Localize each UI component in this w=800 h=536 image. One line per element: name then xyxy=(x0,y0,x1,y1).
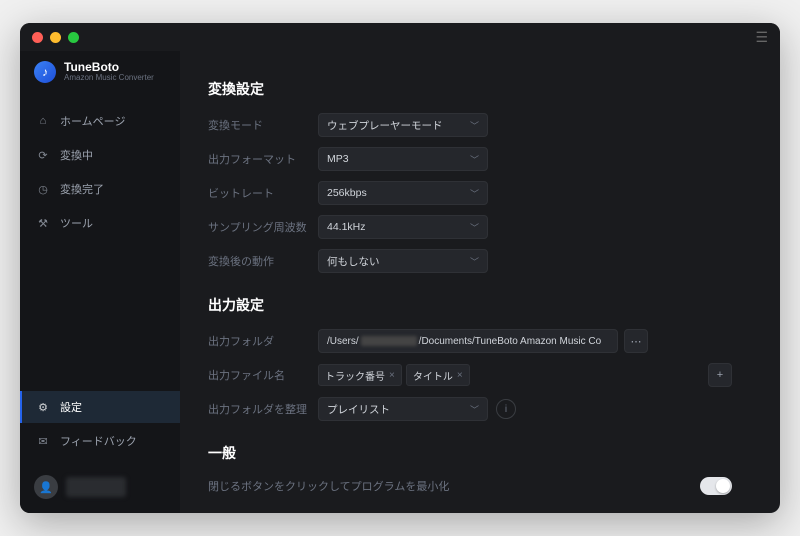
brand-logo-icon: ♪ xyxy=(34,61,56,83)
label-convert-mode: 変換モード xyxy=(208,117,318,133)
sidebar-item-label: フィードバック xyxy=(60,433,137,449)
row-organize-folder: 出力フォルダを整理 プレイリスト ﹀ i xyxy=(208,397,752,421)
main-content: 変換設定 変換モード ウェブプレーヤーモード ﹀ 出力フォーマット MP3 ﹀ … xyxy=(180,51,780,513)
row-bitrate: ビットレート 256kbps ﹀ xyxy=(208,181,752,205)
toolbox-icon: ⚒ xyxy=(36,216,50,230)
close-window-button[interactable] xyxy=(32,32,43,43)
sidebar-item-label: 設定 xyxy=(60,399,82,415)
select-value: 何もしない xyxy=(327,254,380,269)
label-bitrate: ビットレート xyxy=(208,185,318,201)
chevron-down-icon: ﹀ xyxy=(470,403,479,416)
gear-icon: ⚙ xyxy=(36,400,50,414)
info-icon: i xyxy=(505,404,507,415)
avatar: 👤 xyxy=(34,475,58,499)
sidebar-item-converted[interactable]: ◷ 変換完了 xyxy=(20,173,180,205)
brand: ♪ TuneBoto Amazon Music Converter xyxy=(20,55,180,97)
select-output-format[interactable]: MP3 ﹀ xyxy=(318,147,488,171)
label-output-format: 出力フォーマット xyxy=(208,151,318,167)
select-value: プレイリスト xyxy=(327,402,390,417)
nav-bottom: ⚙ 設定 ✉ フィードバック xyxy=(20,383,180,465)
sidebar-item-home[interactable]: ⌂ ホームページ xyxy=(20,105,180,137)
select-value: 44.1kHz xyxy=(327,221,366,233)
sidebar-item-feedback[interactable]: ✉ フィードバック xyxy=(20,425,180,457)
select-organize-folder[interactable]: プレイリスト ﹀ xyxy=(318,397,488,421)
section-title-general: 一般 xyxy=(208,443,752,463)
label-after-action: 変換後の動作 xyxy=(208,253,318,269)
toggle-minimize-on-close[interactable] xyxy=(700,477,732,495)
row-minimize-on-close: 閉じるボタンをクリックしてプログラムを最小化 xyxy=(208,477,752,495)
section-title-output: 出力設定 xyxy=(208,295,752,315)
filename-tags: トラック番号× タイトル× xyxy=(318,364,470,386)
tag-title[interactable]: タイトル× xyxy=(406,364,470,386)
titlebar: ☰ xyxy=(20,23,780,51)
select-samplerate[interactable]: 44.1kHz ﹀ xyxy=(318,215,488,239)
minimize-window-button[interactable] xyxy=(50,32,61,43)
tag-track-number[interactable]: トラック番号× xyxy=(318,364,402,386)
sidebar-item-label: ホームページ xyxy=(60,113,125,129)
row-convert-mode: 変換モード ウェブプレーヤーモード ﹀ xyxy=(208,113,752,137)
sidebar-item-label: 変換完了 xyxy=(60,181,104,197)
select-value: MP3 xyxy=(327,153,349,165)
clock-icon: ◷ xyxy=(36,182,50,196)
info-button[interactable]: i xyxy=(496,399,516,419)
row-output-filename: 出力ファイル名 トラック番号× タイトル× + xyxy=(208,363,752,387)
sidebar: ♪ TuneBoto Amazon Music Converter ⌂ ホームペ… xyxy=(20,51,180,513)
chevron-down-icon: ﹀ xyxy=(470,187,479,200)
home-icon: ⌂ xyxy=(36,114,50,128)
row-output-folder: 出力フォルダ /Users//Documents/TuneBoto Amazon… xyxy=(208,329,752,353)
row-output-format: 出力フォーマット MP3 ﹀ xyxy=(208,147,752,171)
app-body: ♪ TuneBoto Amazon Music Converter ⌂ ホームペ… xyxy=(20,51,780,513)
maximize-window-button[interactable] xyxy=(68,32,79,43)
refresh-icon: ⟳ xyxy=(36,148,50,162)
select-value: ウェブプレーヤーモード xyxy=(327,118,443,133)
sidebar-item-tools[interactable]: ⚒ ツール xyxy=(20,207,180,239)
sidebar-item-converting[interactable]: ⟳ 変換中 xyxy=(20,139,180,171)
app-window: ☰ ♪ TuneBoto Amazon Music Converter ⌂ ホー… xyxy=(20,23,780,513)
remove-tag-icon[interactable]: × xyxy=(389,370,395,381)
remove-tag-icon[interactable]: × xyxy=(457,370,463,381)
redacted-username xyxy=(361,336,417,346)
browse-folder-button[interactable]: ⋯ xyxy=(624,329,648,353)
brand-subtitle: Amazon Music Converter xyxy=(64,74,154,83)
output-folder-path[interactable]: /Users//Documents/TuneBoto Amazon Music … xyxy=(318,329,618,353)
label-minimize-on-close: 閉じるボタンをクリックしてプログラムを最小化 xyxy=(208,478,449,494)
label-output-filename: 出力ファイル名 xyxy=(208,367,318,383)
select-after-action[interactable]: 何もしない ﹀ xyxy=(318,249,488,273)
select-convert-mode[interactable]: ウェブプレーヤーモード ﹀ xyxy=(318,113,488,137)
user-name-redacted xyxy=(66,477,126,497)
section-title-convert: 変換設定 xyxy=(208,79,752,99)
row-samplerate: サンプリング周波数 44.1kHz ﹀ xyxy=(208,215,752,239)
sidebar-item-label: ツール xyxy=(60,215,93,231)
label-samplerate: サンプリング周波数 xyxy=(208,219,318,235)
user-section[interactable]: 👤 xyxy=(20,465,180,513)
chevron-down-icon: ﹀ xyxy=(470,221,479,234)
sidebar-item-settings[interactable]: ⚙ 設定 xyxy=(20,391,180,423)
menu-icon[interactable]: ☰ xyxy=(755,29,768,46)
mail-icon: ✉ xyxy=(36,434,50,448)
select-value: 256kbps xyxy=(327,187,367,199)
window-controls xyxy=(32,32,79,43)
label-output-folder: 出力フォルダ xyxy=(208,333,318,349)
row-after-action: 変換後の動作 何もしない ﹀ xyxy=(208,249,752,273)
ellipsis-icon: ⋯ xyxy=(631,335,642,348)
select-bitrate[interactable]: 256kbps ﹀ xyxy=(318,181,488,205)
chevron-down-icon: ﹀ xyxy=(470,119,479,132)
chevron-down-icon: ﹀ xyxy=(470,153,479,166)
nav-top: ⌂ ホームページ ⟳ 変換中 ◷ 変換完了 ⚒ ツール xyxy=(20,97,180,247)
add-tag-button[interactable]: + xyxy=(708,363,732,387)
chevron-down-icon: ﹀ xyxy=(470,255,479,268)
label-organize-folder: 出力フォルダを整理 xyxy=(208,401,318,417)
plus-icon: + xyxy=(717,369,723,381)
sidebar-item-label: 変換中 xyxy=(60,147,93,163)
